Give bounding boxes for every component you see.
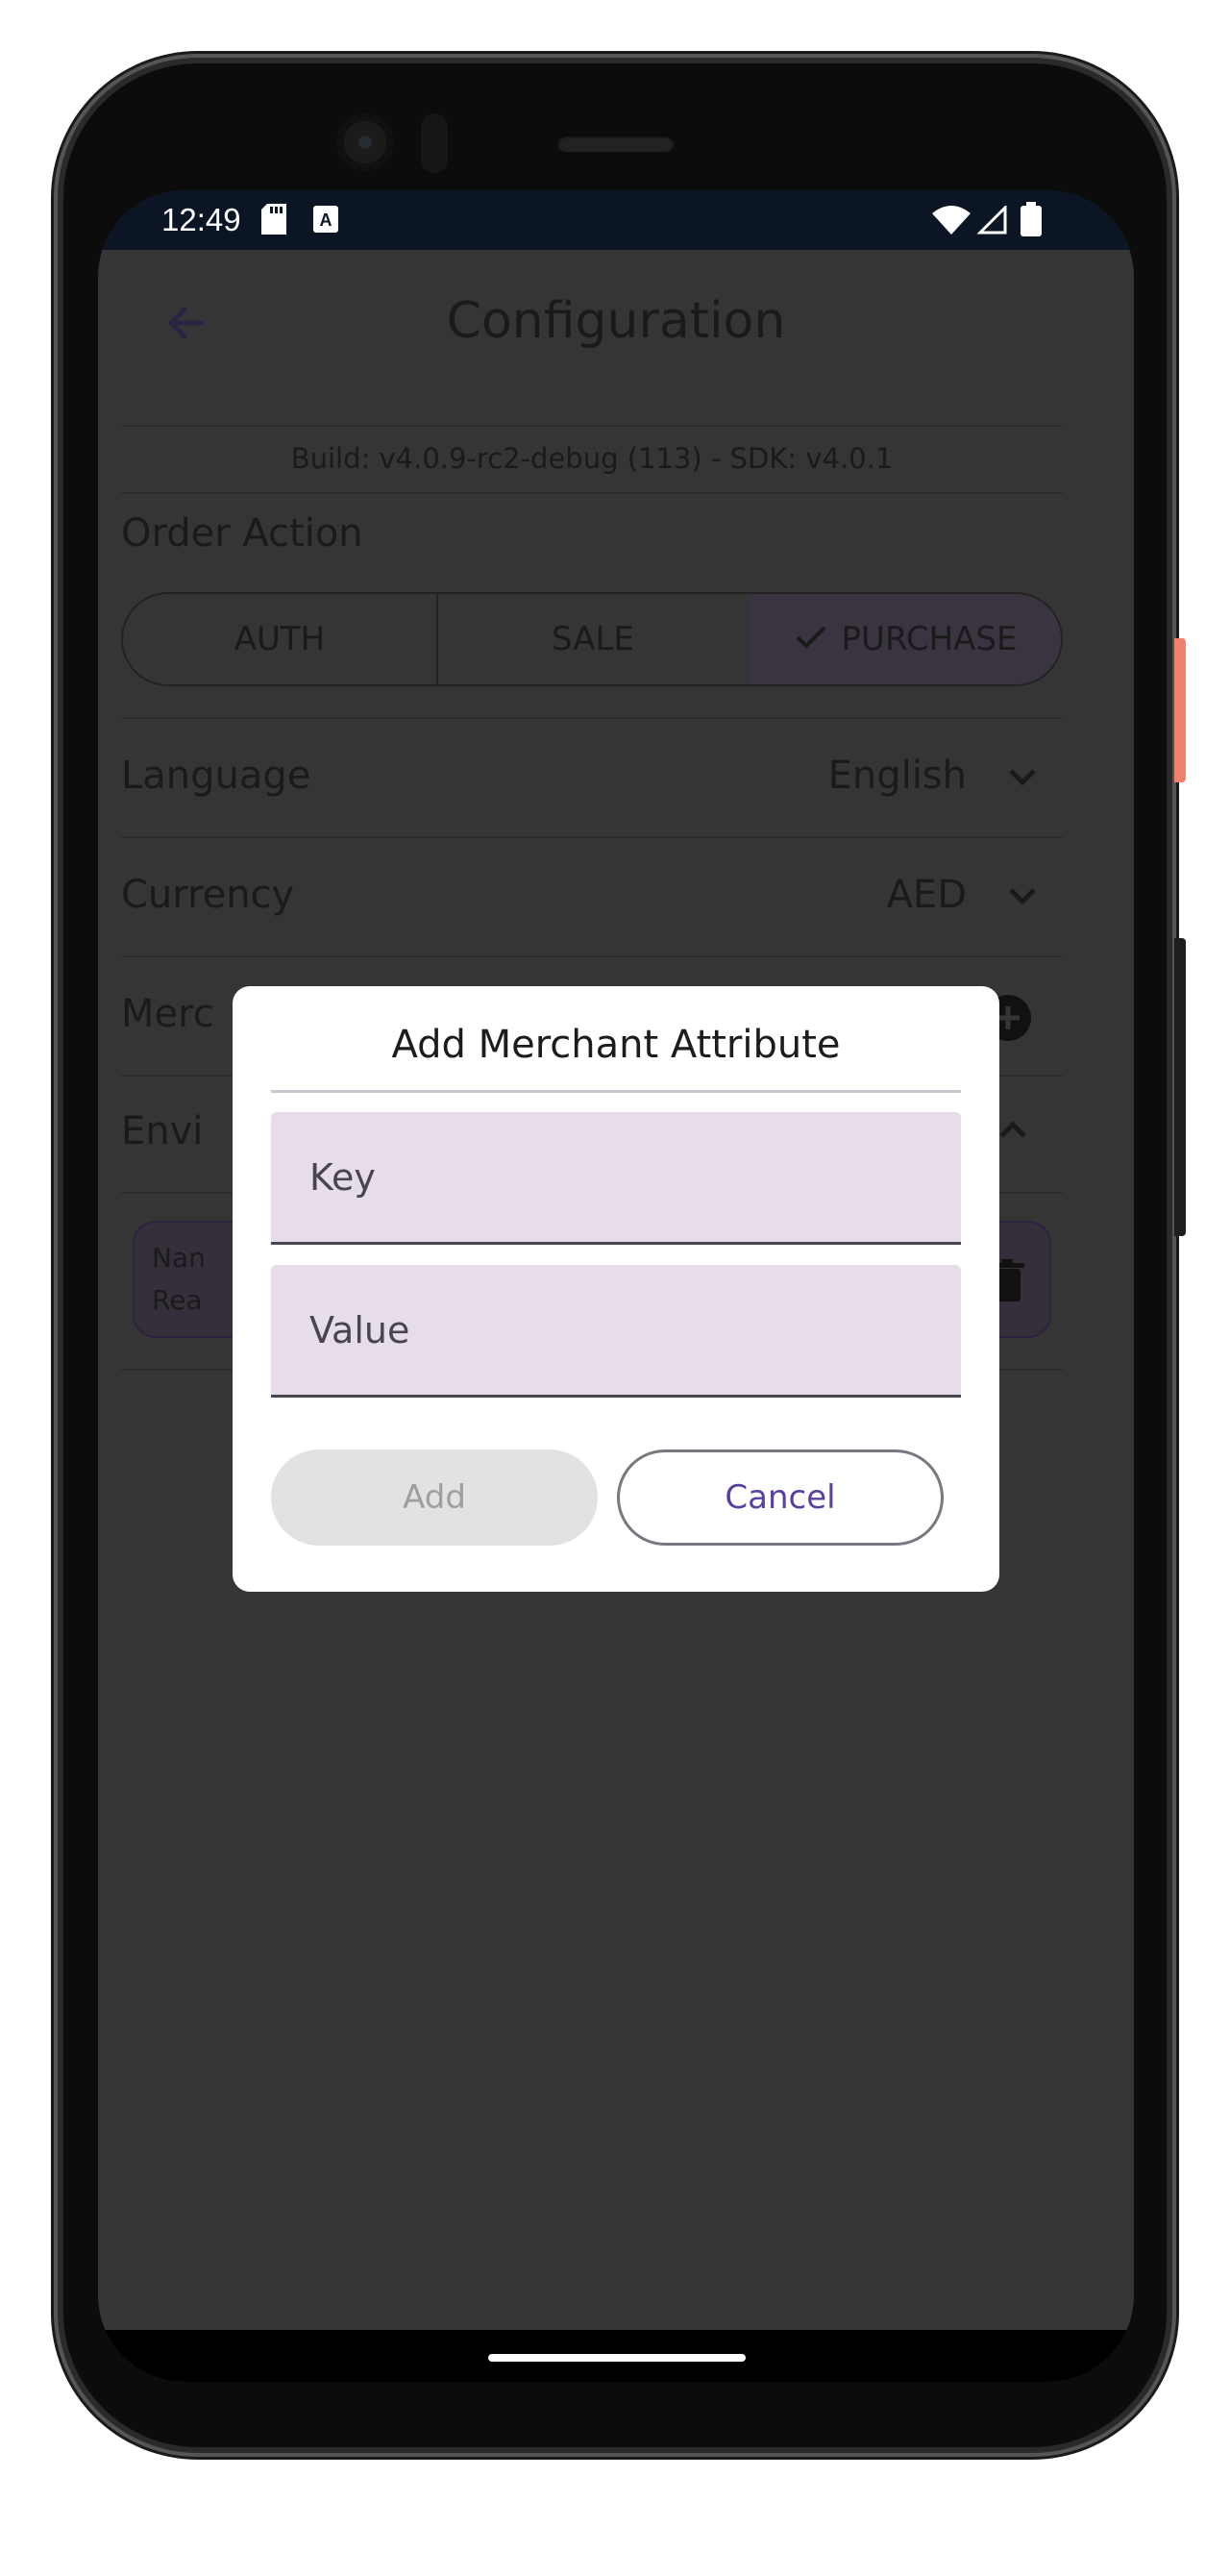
dialog-divider [271, 1090, 961, 1093]
currency-row[interactable]: Currency AED [121, 838, 1063, 955]
build-info: Build: v4.0.9-rc2-debug (113) - SDK: v4.… [290, 442, 894, 475]
add-button-label: Add [403, 1478, 466, 1517]
a-icon: A [313, 206, 338, 236]
earpiece-speaker [557, 135, 675, 152]
status-bar: 12:49 A [98, 190, 1134, 250]
segment-sale[interactable]: SALE [436, 594, 751, 684]
signal-icon [976, 204, 1007, 238]
language-row[interactable]: Language English [121, 719, 1063, 836]
segment-purchase-label: PURCHASE [841, 620, 1018, 658]
segment-auth[interactable]: AUTH [123, 594, 438, 684]
check-icon [796, 620, 826, 658]
add-button[interactable]: Add [271, 1449, 598, 1546]
power-button [1174, 638, 1186, 782]
chevron-down-icon [1005, 879, 1040, 917]
segment-sale-label: SALE [552, 620, 634, 658]
merchant-attributes-label: Merc [121, 992, 214, 1036]
language-value: English [827, 754, 967, 798]
battery-icon [1021, 202, 1042, 240]
segment-auth-label: AUTH [234, 620, 326, 658]
camera-lens [358, 136, 372, 149]
divider [121, 492, 1063, 494]
order-action-label: Order Action [121, 511, 363, 556]
svg-text:A: A [320, 211, 332, 230]
page-title: Configuration [446, 292, 786, 350]
value-input[interactable] [271, 1265, 961, 1395]
divider [121, 425, 1063, 427]
proximity-sensor [421, 113, 448, 173]
environment-label: Envi [121, 1109, 204, 1153]
wifi-icon [932, 206, 971, 238]
key-field[interactable] [271, 1112, 961, 1245]
volume-rocker [1174, 938, 1186, 1236]
environment-card-line2: Rea [152, 1284, 203, 1316]
add-merchant-attribute-dialog: Add Merchant Attribute Add Cancel [233, 986, 999, 1592]
currency-label: Currency [121, 873, 295, 917]
chevron-up-icon [996, 1113, 1030, 1152]
cancel-button-label: Cancel [725, 1478, 836, 1517]
sd-card-icon [261, 204, 286, 238]
cancel-button[interactable]: Cancel [617, 1449, 944, 1546]
status-time: 12:49 [161, 202, 241, 237]
value-field[interactable] [271, 1265, 961, 1398]
dialog-title: Add Merchant Attribute [391, 1023, 841, 1067]
order-action-segmented: AUTH SALE PURCHASE [121, 592, 1063, 686]
language-label: Language [121, 754, 311, 798]
chevron-down-icon [1005, 759, 1040, 798]
home-gesture-handle[interactable] [488, 2354, 746, 2362]
segment-purchase[interactable]: PURCHASE [750, 594, 1061, 684]
environment-card-line1: Nan [152, 1242, 206, 1274]
key-input[interactable] [271, 1112, 961, 1242]
currency-value: AED [886, 873, 967, 917]
